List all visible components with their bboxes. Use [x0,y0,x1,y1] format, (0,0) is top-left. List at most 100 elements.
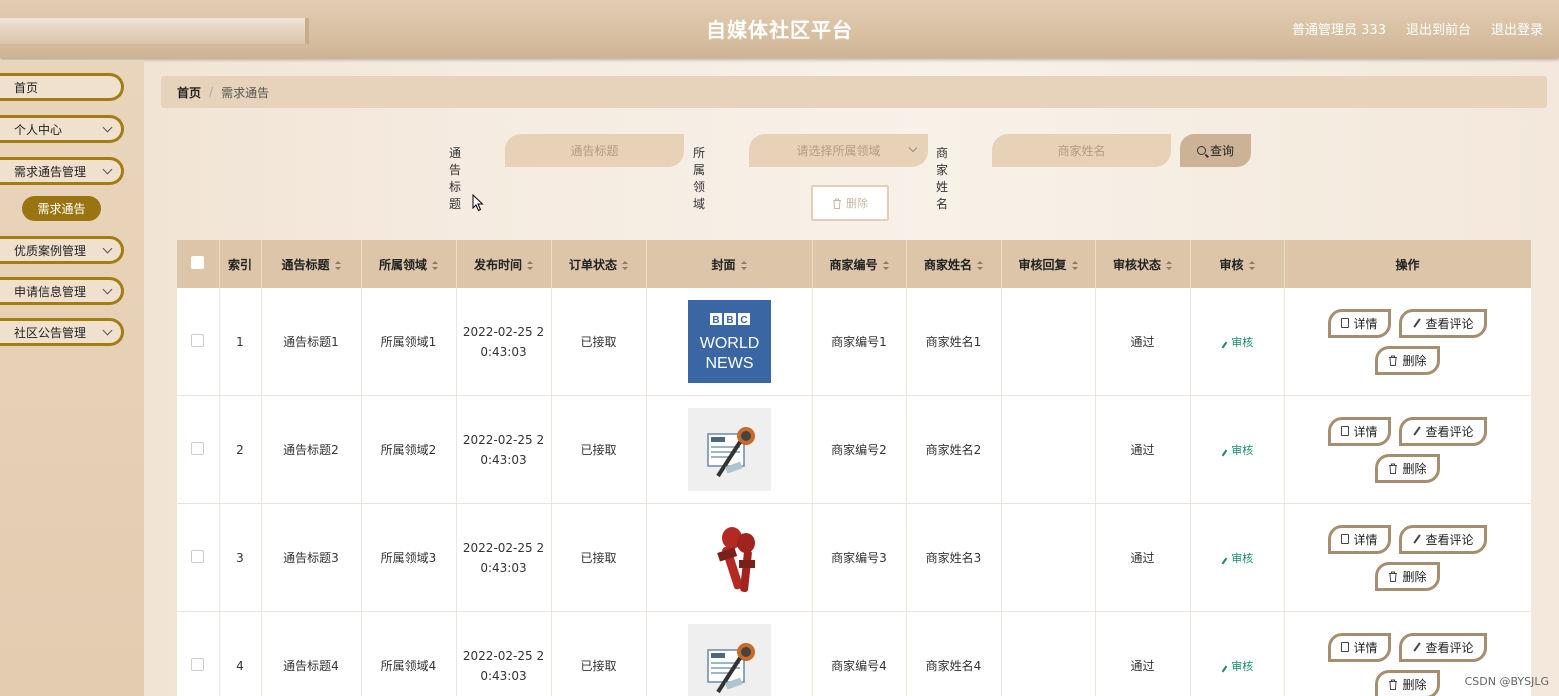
sort-icon[interactable] [882,260,889,270]
batch-delete-button[interactable]: 删除 [811,185,889,221]
detail-button[interactable]: 详情 [1328,632,1391,662]
sort-icon[interactable] [1071,260,1078,270]
sort-icon[interactable] [527,260,533,270]
cell-date: 2022-02-25 2 0:43:03 [456,503,552,612]
cell-order-status: 已接取 [551,503,647,612]
top-bar: 自媒体社区平台 普通管理员 333 退出到前台 退出登录 [0,0,1559,58]
column-header[interactable]: 商家编号 [812,240,907,288]
svg-text:B: B [726,315,733,326]
cell-order-status: 已接取 [551,611,647,696]
news-microphone-cover [687,408,771,491]
sidebar-item-label: 申请信息管理 [14,284,87,299]
audit-link[interactable]: 审核 [1221,444,1253,457]
view-comments-button[interactable]: 查看评论 [1398,524,1487,554]
column-header[interactable]: 所属领域 [361,240,457,288]
current-user: 普通管理员 333 [1292,23,1386,38]
cell-audit: 审核 [1190,288,1285,396]
edit-icon [1412,426,1421,436]
sort-icon[interactable] [622,260,628,270]
sort-icon[interactable] [740,260,747,270]
sidebar-item-label: 社区公告管理 [14,325,87,340]
cell-audit: 审核 [1190,611,1285,696]
sidebar-item-label: 个人中心 [14,122,63,137]
breadcrumb-home[interactable]: 首页 [177,84,201,101]
detail-button[interactable]: 详情 [1328,416,1391,446]
logout-link[interactable]: 退出登录 [1491,19,1543,38]
column-header[interactable]: 订单状态 [551,240,647,288]
row-checkbox[interactable] [191,549,205,563]
query-button-label: 查询 [1209,144,1234,158]
audit-link[interactable]: 审核 [1221,336,1253,349]
column-header[interactable]: 审核 [1190,240,1285,288]
row-checkbox[interactable] [191,441,205,455]
select-all-checkbox[interactable] [191,256,205,269]
delete-button[interactable]: 删除 [1375,345,1440,375]
merchant-search-input[interactable]: 商家姓名 [992,134,1171,167]
sort-icon[interactable] [1166,260,1172,270]
detail-button[interactable]: 详情 [1328,308,1391,338]
sidebar-item-applications[interactable]: 申请信息管理 [0,277,124,305]
sort-icon[interactable] [432,260,438,270]
cell-order-status: 已接取 [551,395,647,504]
back-to-front-link[interactable]: 退出到前台 [1406,19,1471,38]
cell-actions: 详情 查看评论 删除 [1284,503,1531,612]
sidebar-item-quality-cases[interactable]: 优质案例管理 [0,236,124,264]
document-icon [1341,534,1350,544]
table-row: 3 通告标题3 所属领域3 2022-02-25 2 0:43:03 已接取 商家… [177,503,1531,612]
sidebar-item-community-notice[interactable]: 社区公告管理 [0,318,124,346]
view-comments-button[interactable]: 查看评论 [1398,632,1487,662]
column-header[interactable]: 商家姓名 [906,240,1002,288]
delete-button[interactable]: 删除 [1375,561,1440,591]
document-icon [1341,318,1350,328]
query-button[interactable]: 查询 [1180,134,1251,167]
sort-icon[interactable] [977,260,983,270]
sidebar-item-label: 首页 [14,80,39,95]
column-header[interactable]: 封面 [646,240,813,288]
cell-merchant-no: 商家编号1 [812,288,907,396]
trash-icon [1389,571,1398,582]
sort-icon[interactable] [334,260,341,270]
delete-button[interactable]: 删除 [1375,453,1440,483]
header-actions: 普通管理员 333 退出到前台 退出登录 [1292,19,1543,38]
cell-merchant-name: 商家姓名1 [906,288,1002,396]
sidebar-item-demand-notice[interactable]: 需求通告管理 [0,157,124,185]
document-icon [1341,426,1350,436]
cell-actions: 详情 查看评论 删除 [1284,288,1531,396]
table-row: 4 通告标题4 所属领域4 2022-02-25 2 0:43:03 已接取 商家… [177,611,1531,696]
column-header[interactable]: 审核回复 [1001,240,1096,288]
cell-audit-status: 通过 [1095,611,1191,696]
row-checkbox[interactable] [191,333,205,347]
cell-title: 通告标题3 [261,503,362,612]
sidebar-item-personal-center[interactable]: 个人中心 [0,115,124,143]
view-comments-button[interactable]: 查看评论 [1398,308,1487,338]
trash-icon [1389,679,1398,690]
delete-button[interactable]: 删除 [1375,669,1440,696]
sort-icon[interactable] [1248,260,1255,270]
view-comments-button[interactable]: 查看评论 [1398,416,1487,446]
column-header[interactable]: 发布时间 [456,240,552,288]
watermark: CSDN @BYSJLG [1464,675,1549,688]
edit-icon [1412,318,1421,328]
audit-link[interactable]: 审核 [1221,660,1253,673]
sidebar-subitem-demand-notice[interactable]: 需求通告 [22,196,101,221]
column-header[interactable]: 通告标题 [261,240,362,288]
news-microphone-cover [687,624,771,696]
breadcrumb-current: 需求通告 [221,85,270,100]
sidebar: 首页 个人中心 需求通告管理 需求通告 优质案例管理 申请信息管理 社区公告管理 [0,60,144,696]
detail-button[interactable]: 详情 [1328,524,1391,554]
cell-audit-status: 通过 [1095,395,1191,504]
sidebar-item-label: 优质案例管理 [14,243,87,258]
cell-merchant-no: 商家编号4 [812,611,907,696]
cell-audit-reply [1001,611,1096,696]
trash-icon [1389,463,1398,474]
sidebar-item-home[interactable]: 首页 [0,73,124,101]
chevron-down-icon [102,284,113,295]
column-header[interactable]: 审核状态 [1095,240,1191,288]
audit-link[interactable]: 审核 [1221,552,1253,565]
cell-order-status: 已接取 [551,288,647,396]
cell-cover: B B C WORLD NEWS [646,288,813,396]
row-checkbox[interactable] [191,657,205,671]
title-search-input[interactable]: 通告标题 [505,134,684,167]
field-select[interactable]: 请选择所属领域 [749,134,928,167]
chevron-down-icon [102,243,113,254]
